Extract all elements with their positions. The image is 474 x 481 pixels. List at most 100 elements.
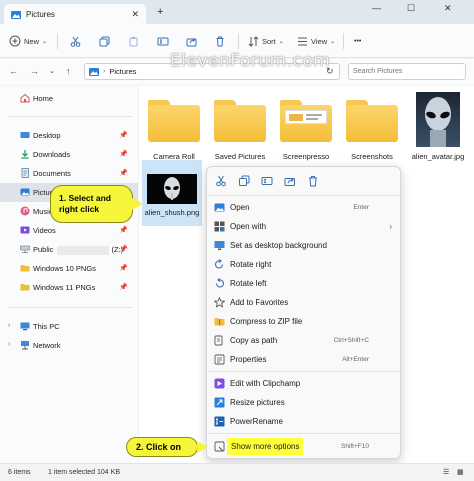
- menu-item-rotate-left[interactable]: Rotate left: [207, 274, 402, 293]
- sidebar-item-public[interactable]: Public (Z:) 📌: [0, 240, 138, 259]
- pin-icon: 📌: [119, 227, 128, 234]
- menu-item-open-with[interactable]: Open with ›: [207, 217, 402, 236]
- file-item-screenshots[interactable]: Screenshots: [339, 96, 405, 162]
- search-input[interactable]: Search Pictures: [348, 63, 466, 80]
- powerrename-icon: [214, 416, 225, 427]
- folder-preview: [285, 110, 327, 124]
- details-view-icon[interactable]: ☰: [443, 468, 449, 476]
- file-item-saved-pictures[interactable]: Saved Pictures: [207, 96, 273, 162]
- new-button[interactable]: New ⌄: [9, 33, 47, 49]
- minimize-button[interactable]: —: [372, 3, 381, 13]
- scissors-icon: [70, 36, 81, 47]
- folder-icon: [148, 100, 200, 142]
- trash-icon[interactable]: [307, 175, 319, 187]
- sidebar-label: Public (Z:): [33, 245, 124, 255]
- properties-icon: [214, 354, 225, 365]
- copy-icon: [99, 36, 110, 46]
- sort-icon: [248, 35, 259, 47]
- sidebar-label: Windows 10 PNGs: [33, 264, 96, 273]
- cut-button[interactable]: [70, 33, 81, 49]
- menu-item-powerrename[interactable]: PowerRename: [207, 412, 402, 431]
- file-item-alien-shush[interactable]: alien_shush.png: [142, 160, 202, 226]
- copy-icon[interactable]: [238, 175, 250, 187]
- sidebar-item-downloads[interactable]: Downloads 📌: [0, 145, 138, 164]
- scissors-icon[interactable]: [215, 175, 227, 187]
- new-tab-button[interactable]: +: [157, 6, 163, 18]
- sidebar-label: Desktop: [33, 131, 61, 140]
- back-arrow-icon[interactable]: ←: [9, 66, 18, 76]
- sidebar-divider: [8, 307, 132, 308]
- view-button[interactable]: View ⌄: [297, 33, 335, 49]
- sidebar-label: Network: [33, 341, 61, 350]
- sidebar-item-documents[interactable]: Documents 📌: [0, 164, 138, 183]
- share-button[interactable]: [186, 33, 197, 49]
- folder-icon: [280, 100, 332, 142]
- menu-label: Open with: [230, 222, 267, 231]
- menu-item-copy-as-path[interactable]: Copy as path Ctrl+Shift+C: [207, 331, 402, 350]
- status-item-count: 6 items: [8, 469, 31, 476]
- alien-image: [147, 174, 197, 204]
- menu-item-set-as-desktop-background[interactable]: Set as desktop background: [207, 236, 402, 255]
- menu-item-add-to-favorites[interactable]: Add to Favorites: [207, 293, 402, 312]
- image-thumbnail: [416, 92, 460, 147]
- sidebar-label: Windows 11 PNGs: [33, 283, 96, 292]
- menu-label: Set as desktop background: [230, 241, 327, 250]
- sidebar-item-home[interactable]: Home: [0, 89, 138, 108]
- sidebar-item-windows-11-pngs[interactable]: Windows 11 PNGs 📌: [0, 278, 138, 297]
- maximize-button[interactable]: ☐: [407, 3, 415, 14]
- download-icon: [21, 150, 29, 159]
- open-with-icon: [214, 221, 225, 232]
- pictures-folder-icon: [89, 68, 99, 76]
- file-item-alien-avatar[interactable]: alien_avatar.jpg: [405, 92, 471, 162]
- chevron-right-icon[interactable]: ›: [8, 341, 10, 348]
- menu-item-rotate-right[interactable]: Rotate right: [207, 255, 402, 274]
- tiles-view-icon[interactable]: ▦: [457, 468, 464, 476]
- rename-icon[interactable]: [261, 175, 273, 187]
- sidebar-label: Documents: [33, 169, 71, 178]
- sidebar-item-network[interactable]: › Network: [0, 336, 138, 355]
- menu-item-open[interactable]: Open Enter: [207, 198, 402, 217]
- menu-divider: [208, 371, 401, 372]
- rename-button[interactable]: [157, 33, 169, 49]
- tab-pictures[interactable]: Pictures ✕: [4, 4, 146, 24]
- forward-arrow-icon[interactable]: →: [30, 66, 39, 76]
- menu-label: Add to Favorites: [230, 298, 289, 307]
- sidebar-item-videos[interactable]: Videos 📌: [0, 221, 138, 240]
- copy-button[interactable]: [99, 33, 110, 49]
- close-button[interactable]: ✕: [444, 3, 452, 14]
- delete-button[interactable]: [215, 33, 225, 49]
- menu-item-properties[interactable]: Properties Alt+Enter: [207, 350, 402, 369]
- tab-close-icon[interactable]: ✕: [131, 9, 139, 20]
- sidebar-label: This PC: [33, 322, 60, 331]
- paste-button[interactable]: [128, 33, 139, 49]
- resize-icon: [214, 397, 225, 408]
- chevron-right-icon[interactable]: ›: [8, 322, 10, 329]
- pin-icon: 📌: [119, 246, 128, 253]
- menu-item-show-more-options[interactable]: Show more options Shift+F10: [207, 437, 402, 456]
- share-icon[interactable]: [284, 175, 296, 187]
- more-options-button[interactable]: •••: [354, 33, 361, 49]
- pin-icon: 📌: [119, 265, 128, 272]
- chevron-down-icon: ⌄: [42, 38, 48, 45]
- sidebar-item-this-pc[interactable]: › This PC: [0, 317, 138, 336]
- title-bar: Pictures ✕ + — ☐ ✕: [0, 0, 474, 24]
- desktop-background-icon: [214, 241, 225, 250]
- file-item-camera-roll[interactable]: Camera Roll: [141, 96, 207, 162]
- copy-path-icon: [214, 335, 223, 346]
- up-arrow-icon[interactable]: ↑: [66, 66, 71, 76]
- menu-label: Copy as path: [230, 336, 278, 345]
- menu-label: Rotate right: [230, 260, 272, 269]
- recent-chevron-icon[interactable]: ⌄: [49, 67, 55, 75]
- sidebar-item-windows-10-pngs[interactable]: Windows 10 PNGs 📌: [0, 259, 138, 278]
- menu-shortcut: Enter: [353, 204, 369, 211]
- sidebar-item-desktop[interactable]: Desktop 📌: [0, 126, 138, 145]
- file-item-screenpresso[interactable]: Screenpresso: [273, 96, 339, 162]
- menu-item-resize-pictures[interactable]: Resize pictures: [207, 393, 402, 412]
- pictures-icon: [20, 188, 30, 196]
- menu-item-edit-with-clipchamp[interactable]: Edit with Clipchamp: [207, 374, 402, 393]
- sort-button[interactable]: Sort ⌄: [248, 33, 284, 49]
- menu-item-compress-to-zip[interactable]: Compress to ZIP file: [207, 312, 402, 331]
- paste-icon: [129, 36, 138, 46]
- alien-image: [425, 97, 451, 147]
- pin-icon: 📌: [119, 170, 128, 177]
